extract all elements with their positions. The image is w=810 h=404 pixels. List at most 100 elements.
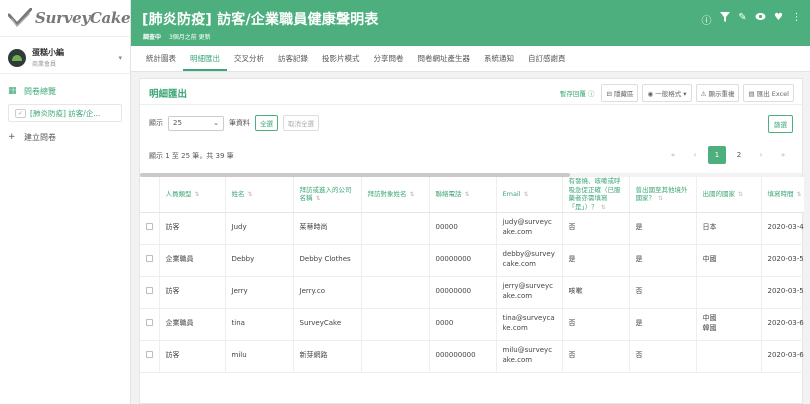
row-checkbox[interactable] [146,254,153,262]
table-cell: 否 [629,276,697,309]
page-1[interactable]: 1 [708,146,726,164]
tab-detail-export[interactable]: 明細匯出 [183,46,227,71]
row-checkbox[interactable] [146,318,153,326]
tab-slideshow[interactable]: 投影片模式 [315,46,367,71]
header-toolbar: ⓘ ✎ ♥ ⋮ [701,12,802,27]
col-header[interactable]: 聯絡電話 ⇅ [429,177,497,213]
table-cell: Jerry.co [293,276,362,309]
tab-share[interactable]: 分享問卷 [367,46,411,71]
table-cell [361,212,430,245]
table-row[interactable]: 企業職員 tina SurveyCake 0000 tina@surveycake.co… [140,308,804,341]
hide-columns-button[interactable]: ⊟ 隱藏區 [601,84,639,102]
table-row[interactable]: 訪客 Judy 茱蒂時尚 00000 judy@surveycake.com 否是日本 20… [140,212,804,245]
table-cell: Debby [225,244,294,277]
table-cell: 企業職員 [159,308,226,341]
table-cell: 中國 [696,244,762,277]
page-size-select[interactable]: 25 ⌄ [168,115,224,131]
export-excel-button[interactable]: ▤ 匯出 Excel [743,84,794,102]
format-dropdown[interactable]: ◉ 一般格式 ▾ [642,84,692,102]
table-cell [696,276,762,309]
heart-icon[interactable]: ♥ [773,12,784,27]
table-cell: 00000000 [429,276,497,309]
page-prev[interactable]: ‹ [686,146,704,164]
info-icon[interactable]: ⓘ [701,12,712,27]
eye-icon[interactable] [755,12,766,27]
col-header[interactable]: Email ⇅ [496,177,563,213]
table-cell: 否 [562,340,630,373]
duplicate-button[interactable]: ⚠ 顯示重複 [695,84,740,102]
nav-current-survey[interactable]: ✓ [肺炎防疫] 訪客/企... [8,104,122,122]
col-header[interactable]: 姓名 ⇅ [225,177,294,213]
page-last[interactable]: » [774,146,792,164]
page-size-controls: 顯示 25 ⌄ 筆資料 全選 取消全選 [149,115,319,131]
tab-stats[interactable]: 統計圖表 [139,46,183,71]
user-menu[interactable]: 蛋糕小編 商業會員 ▾ [0,42,130,74]
filter-icon[interactable] [719,12,730,27]
user-role: 商業會員 [32,61,57,68]
nav-survey-label: [肺炎防疫] 訪客/企... [30,108,101,118]
tab-url-generator[interactable]: 問卷網址產生器 [411,46,478,71]
edit-icon[interactable]: ✎ [737,12,748,27]
table-cell: 日本 [696,212,762,245]
row-checkbox-cell [140,276,160,309]
page-next[interactable]: › [752,146,770,164]
deselect-all-button[interactable]: 取消全選 [283,115,319,131]
survey-status: 調查中 3個月之前 更新 [143,32,211,41]
table-row[interactable]: 企業職員 Debby Debby Clothes 00000000 debby@surv… [140,244,804,277]
table-cell: 中國 韓國 [696,308,762,341]
table-cell: 茱蒂時尚 [293,212,362,245]
row-checkbox[interactable] [146,222,153,230]
table-cell: 企業職員 [159,244,226,277]
col-header[interactable]: 填寫時間 ⇅ [761,177,804,213]
table-cell: 000000000 [429,340,497,373]
sidebar: SurveyCake 蛋糕小編 商業會員 ▾ ▦ 問卷總覽 ✓ [肺炎防疫] 訪… [0,0,131,404]
table-cell: 是 [562,244,630,277]
table-cell: 2020-03-6:20 [761,308,804,341]
nav-create-survey[interactable]: + 建立問卷 [0,126,130,148]
table-cell: tina@surveycake.com [496,308,563,341]
tab-thankyou-page[interactable]: 自訂感謝頁 [521,46,573,71]
table-cell: 00000000 [429,244,497,277]
header-checkbox-cell [140,177,160,213]
table-cell: 2020-03-5:50 [761,276,804,309]
tab-bar: 統計圖表 明細匯出 交叉分析 訪客記錄 投影片模式 分享問卷 問卷網址產生器 系… [131,46,810,72]
tab-visitor-log[interactable]: 訪客記錄 [271,46,315,71]
col-header[interactable]: 拜訪對象姓名 ⇅ [361,177,430,213]
chevron-down-icon: ⌄ [213,119,219,127]
tab-notifications[interactable]: 系統通知 [477,46,521,71]
table-cell: 2020-03-5:19 [761,244,804,277]
page-size-value: 25 [173,119,182,127]
page-first[interactable]: « [664,146,682,164]
col-header[interactable]: 拜訪或進入的公司名稱 ⇅ [293,177,362,213]
row-checkbox-cell [140,308,160,341]
more-icon[interactable]: ⋮ [791,12,802,27]
table-cell [361,308,430,341]
table-cell [696,340,762,373]
table-cell: 否 [629,340,697,373]
card-divider [140,104,802,105]
save-view-link[interactable]: 暫存回覆 ⓘ [560,88,595,98]
logo[interactable]: SurveyCake [0,0,131,37]
col-header[interactable]: 人員類型 ⇅ [159,177,226,213]
row-checkbox[interactable] [146,350,153,358]
avatar [8,48,26,67]
logo-text: SurveyCake [35,9,131,27]
row-checkbox[interactable] [146,286,153,294]
select-all-button[interactable]: 全選 [255,115,278,131]
col-header[interactable]: 出國的國家 ⇅ [696,177,762,213]
table-cell: SurveyCake [293,308,362,341]
table-cell: 是 [629,212,697,245]
table-row[interactable]: 訪客 milu 新芽網路 000000000 milu@surveycake.com 否否… [140,340,804,373]
col-header[interactable]: 曾出國至其他境外國家？ ⇅ [629,177,697,213]
page-2[interactable]: 2 [730,146,748,164]
table-row[interactable]: 訪客 Jerry Jerry.co 00000000 jerry@surveycake.… [140,276,804,309]
filter-button[interactable]: 篩選 [768,115,793,133]
nav-survey-overview[interactable]: ▦ 問卷總覽 [0,80,130,102]
table-cell: 0000 [429,308,497,341]
table-cell: 咳嗽 [562,276,630,309]
table-cell: Jerry [225,276,294,309]
col-header[interactable]: 有發燒、咳嗽或呼吸急促正確（已服藥者亦需填寫「是」）？ ⇅ [562,177,630,213]
tab-cross-analysis[interactable]: 交叉分析 [227,46,271,71]
nav-overview-label: 問卷總覽 [24,86,56,96]
table-cell: 否 [562,308,630,341]
